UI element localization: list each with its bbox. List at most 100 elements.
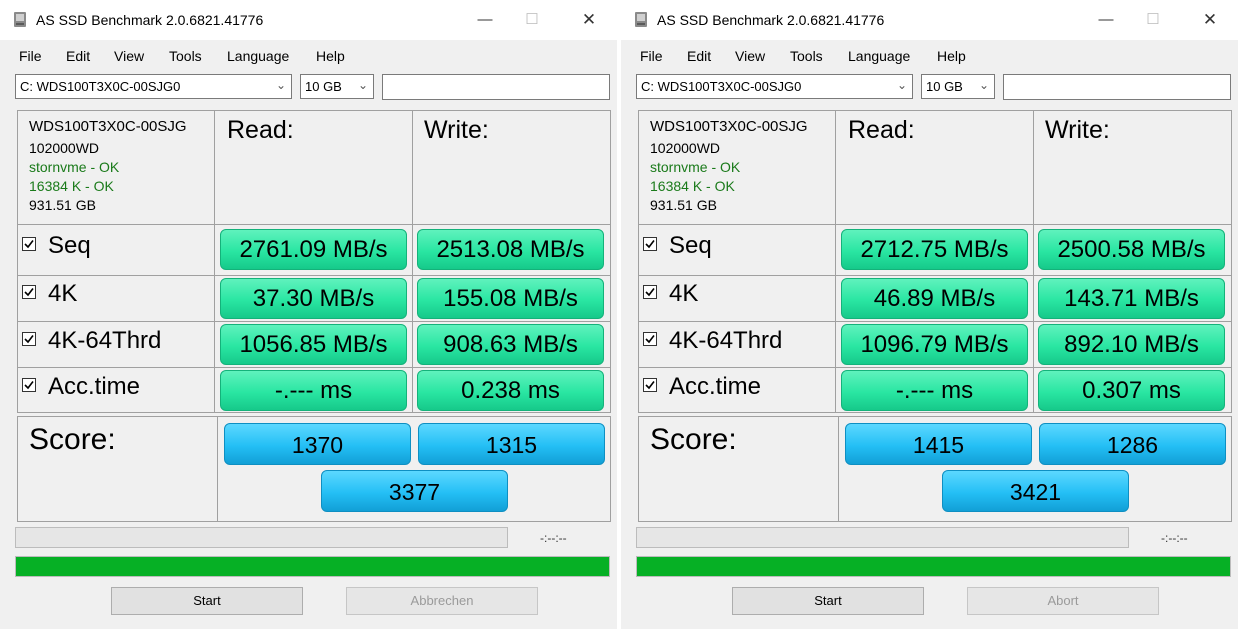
- close-button[interactable]: ✕: [566, 6, 612, 34]
- drive-icon: [12, 11, 28, 28]
- menu-help[interactable]: Help: [937, 48, 966, 64]
- read-header: Read:: [848, 116, 915, 144]
- row-4k-label[interactable]: 4K: [643, 280, 698, 308]
- checkbox-checked-icon[interactable]: [22, 236, 36, 251]
- score-panel: Score: 1415 1286 3421: [638, 416, 1232, 522]
- overall-progress-bar: [636, 556, 1231, 577]
- row-seq-label[interactable]: Seq: [22, 232, 91, 260]
- abort-button[interactable]: Abbrechen: [346, 587, 538, 615]
- window-title: AS SSD Benchmark 2.0.6821.41776: [36, 12, 264, 28]
- menu-language[interactable]: Language: [227, 48, 289, 64]
- drive-model: WDS100T3X0C-00SJG: [650, 118, 808, 135]
- checkbox-checked-icon[interactable]: [22, 331, 36, 346]
- checkbox-checked-icon[interactable]: [643, 284, 657, 299]
- 4k-write-value: 143.71 MB/s: [1038, 278, 1225, 319]
- checkbox-checked-icon[interactable]: [643, 236, 657, 251]
- row-4k64-label[interactable]: 4K-64Thrd: [22, 327, 161, 355]
- minimize-button[interactable]: —: [462, 6, 508, 34]
- drive-select[interactable]: C: WDS100T3X0C-00SJG0 ⌄: [15, 74, 292, 99]
- score-write: 1315: [418, 423, 605, 465]
- score-read: 1415: [845, 423, 1032, 465]
- score-read: 1370: [224, 423, 411, 465]
- overall-progress-bar: [15, 556, 610, 577]
- drive-model: WDS100T3X0C-00SJG: [29, 118, 187, 135]
- size-select[interactable]: 10 GB ⌄: [300, 74, 374, 99]
- drive-icon: [633, 11, 649, 28]
- 4k64-read-value: 1096.79 MB/s: [841, 324, 1028, 365]
- 4k64-read-value: 1056.85 MB/s: [220, 324, 407, 365]
- seq-read-value: 2712.75 MB/s: [841, 229, 1028, 270]
- close-button[interactable]: ✕: [1187, 6, 1233, 34]
- progress-fill: [637, 557, 1230, 576]
- row-divider: [18, 321, 610, 322]
- drive-capacity: 931.51 GB: [650, 197, 717, 213]
- maximize-button[interactable]: ☐: [1130, 6, 1176, 34]
- size-select-value: 10 GB: [926, 79, 963, 94]
- row-divider: [18, 367, 610, 368]
- score-total: 3421: [942, 470, 1129, 512]
- driver-status: stornvme - OK: [29, 159, 120, 175]
- checkbox-checked-icon[interactable]: [643, 331, 657, 346]
- menu-tools[interactable]: Tools: [169, 48, 202, 64]
- row-seq-label[interactable]: Seq: [643, 232, 712, 260]
- drive-info: WDS100T3X0C-00SJG 102000WD stornvme - OK…: [29, 117, 187, 215]
- row-divider: [639, 367, 1231, 368]
- elapsed-time: -:--:--: [1161, 531, 1188, 545]
- row-label-text: Seq: [48, 232, 91, 259]
- title-bar[interactable]: AS SSD Benchmark 2.0.6821.41776 — ☐ ✕: [621, 0, 1238, 40]
- row-divider: [639, 275, 1231, 276]
- results-panel: WDS100T3X0C-00SJG 102000WD stornvme - OK…: [17, 110, 611, 413]
- row-acctime-label[interactable]: Acc.time: [643, 373, 761, 401]
- menu-file[interactable]: File: [19, 48, 42, 64]
- checkbox-checked-icon[interactable]: [22, 284, 36, 299]
- row-4k64-label[interactable]: 4K-64Thrd: [643, 327, 782, 355]
- alignment-status: 16384 K - OK: [29, 178, 114, 194]
- benchmark-window-right: AS SSD Benchmark 2.0.6821.41776 — ☐ ✕ Fi…: [621, 0, 1238, 629]
- start-button[interactable]: Start: [732, 587, 924, 615]
- maximize-button[interactable]: ☐: [509, 6, 555, 34]
- size-select[interactable]: 10 GB ⌄: [921, 74, 995, 99]
- row-label-text: 4K: [669, 280, 699, 307]
- seq-write-value: 2513.08 MB/s: [417, 229, 604, 270]
- menu-edit[interactable]: Edit: [687, 48, 711, 64]
- acctime-write-value: 0.238 ms: [417, 370, 604, 411]
- acctime-read-value: -.--- ms: [841, 370, 1028, 411]
- row-4k-label[interactable]: 4K: [22, 280, 77, 308]
- minimize-button[interactable]: —: [1083, 6, 1129, 34]
- elapsed-time: -:--:--: [540, 531, 567, 545]
- acctime-read-value: -.--- ms: [220, 370, 407, 411]
- info-text-field[interactable]: [382, 74, 610, 100]
- drive-select[interactable]: C: WDS100T3X0C-00SJG0 ⌄: [636, 74, 913, 99]
- read-header: Read:: [227, 116, 294, 144]
- checkbox-checked-icon[interactable]: [22, 377, 36, 392]
- row-acctime-label[interactable]: Acc.time: [22, 373, 140, 401]
- start-button[interactable]: Start: [111, 587, 303, 615]
- score-label: Score:: [650, 423, 737, 456]
- score-panel: Score: 1370 1315 3377: [17, 416, 611, 522]
- row-divider: [18, 224, 610, 225]
- menu-edit[interactable]: Edit: [66, 48, 90, 64]
- drive-select-value: C: WDS100T3X0C-00SJG0: [641, 79, 802, 94]
- menu-view[interactable]: View: [114, 48, 144, 64]
- title-bar[interactable]: AS SSD Benchmark 2.0.6821.41776 — ☐ ✕: [0, 0, 617, 40]
- chevron-down-icon: ⌄: [357, 78, 368, 92]
- menu-file[interactable]: File: [640, 48, 663, 64]
- info-text-field[interactable]: [1003, 74, 1231, 100]
- write-header: Write:: [424, 116, 489, 144]
- checkbox-checked-icon[interactable]: [643, 377, 657, 392]
- row-label-text: 4K-64Thrd: [48, 327, 162, 354]
- menu-view[interactable]: View: [735, 48, 765, 64]
- chevron-down-icon: ⌄: [275, 78, 286, 92]
- chevron-down-icon: ⌄: [896, 78, 907, 92]
- test-progress-bar: [15, 527, 508, 548]
- menu-language[interactable]: Language: [848, 48, 910, 64]
- column-divider: [217, 417, 218, 521]
- row-label-text: Seq: [669, 232, 712, 259]
- benchmark-window-left: AS SSD Benchmark 2.0.6821.41776 — ☐ ✕ Fi…: [0, 0, 617, 629]
- abort-button[interactable]: Abort: [967, 587, 1159, 615]
- menu-tools[interactable]: Tools: [790, 48, 823, 64]
- size-select-value: 10 GB: [305, 79, 342, 94]
- 4k64-write-value: 908.63 MB/s: [417, 324, 604, 365]
- test-progress-bar: [636, 527, 1129, 548]
- menu-help[interactable]: Help: [316, 48, 345, 64]
